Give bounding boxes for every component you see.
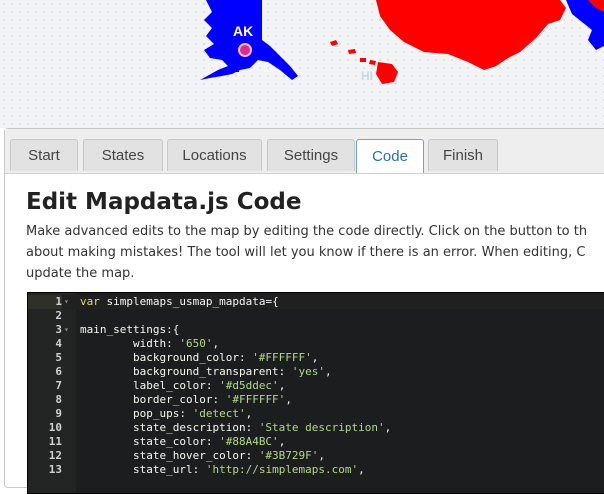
code-token: main_settings:{ (80, 323, 180, 336)
state-group-red[interactable] (376, 0, 566, 70)
code-token: pop_ups: (80, 407, 193, 420)
line-number: 1 (28, 295, 62, 309)
code-token: simplemaps_usmap_mapdata={ (106, 295, 279, 308)
code-line[interactable]: 1 ▾ var simplemaps_usmap_mapdata={ (28, 295, 604, 309)
line-number: 12 (48, 449, 62, 462)
code-token: width: (80, 337, 180, 350)
code-token: 'State description' (258, 421, 385, 434)
code-token: '#d5ddec' (219, 379, 279, 392)
code-token: 'detect' (192, 407, 246, 420)
map-preview[interactable]: AK HI (0, 0, 604, 128)
state-label-ak: AK (233, 23, 254, 39)
code-text: state_url: 'http://simplemaps.com', (80, 463, 365, 477)
tab-settings[interactable]: Settings (267, 139, 355, 171)
code-line[interactable]: 7 label_color: '#d5ddec', (28, 379, 604, 393)
us-map-svg (200, 0, 604, 84)
code-token: border_color: (80, 393, 226, 406)
code-token: '650' (179, 337, 213, 350)
line-number: 6 (55, 365, 62, 378)
line-number: 10 (48, 421, 62, 434)
code-text: state_hover_color: '#3B729F', (80, 449, 325, 463)
code-line[interactable]: 12 state_hover_color: '#3B729F', (28, 449, 604, 463)
tab-locations[interactable]: Locations (167, 139, 262, 171)
location-marker[interactable] (238, 43, 252, 57)
line-number: 3 (55, 323, 62, 336)
code-token: , (212, 337, 220, 350)
code-token: , (325, 365, 332, 378)
tab-states[interactable]: States (83, 139, 163, 171)
line-number: 5 (55, 351, 62, 364)
code-token: '#88A4BC' (219, 435, 279, 448)
line-number: 11 (48, 435, 62, 448)
code-token: var (80, 295, 107, 308)
code-token: , (285, 393, 292, 406)
code-token: , (278, 435, 286, 448)
code-line[interactable]: 11 state_color: '#88A4BC', (28, 435, 604, 449)
code-token: state_color: (80, 435, 220, 448)
code-token: state_hover_color: (80, 449, 259, 462)
code-line[interactable]: 4 width: '650', (28, 337, 604, 351)
code-token: label_color: (80, 379, 220, 392)
line-number: 8 (55, 393, 62, 406)
code-line[interactable]: 5 background_color: '#FFFFFF', (28, 351, 604, 365)
code-line[interactable]: 9 pop_ups: 'detect', (28, 407, 604, 421)
code-line[interactable]: 3 ▾ main_settings:{ (28, 323, 604, 337)
code-text: var simplemaps_usmap_mapdata={ (80, 295, 279, 309)
fold-toggle-icon[interactable]: ▾ (64, 323, 69, 337)
code-token: background_transparent: (80, 365, 292, 378)
code-editor[interactable]: 1 ▾ var simplemaps_usmap_mapdata={2 3 ▾ main_… (27, 292, 604, 494)
editor-panel: Start States Locations Settings Code Fin… (4, 128, 604, 494)
tab-start[interactable]: Start (10, 139, 78, 171)
code-token: 'yes' (291, 365, 326, 378)
code-token: , (311, 351, 319, 364)
code-text: background_transparent: 'yes', (80, 365, 332, 379)
code-token: , (384, 421, 392, 434)
code-text: state_description: 'State description', (80, 421, 391, 435)
code-line[interactable]: 13 state_url: 'http://simplemaps.com', (28, 463, 604, 477)
code-token: '#3B729F' (258, 449, 319, 462)
code-text: pop_ups: 'detect', (80, 407, 252, 421)
code-text: label_color: '#d5ddec', (80, 379, 285, 393)
tab-bar: Start States Locations Settings Code Fin… (5, 129, 604, 174)
tab-finish[interactable]: Finish (428, 139, 498, 171)
line-number: 13 (48, 463, 62, 476)
code-token: state_description: (80, 421, 259, 434)
line-number: 9 (55, 407, 62, 420)
fold-toggle-icon[interactable]: ▾ (64, 295, 69, 309)
code-text: state_color: '#88A4BC', (80, 435, 285, 449)
line-number: 7 (55, 379, 62, 392)
tab-code[interactable]: Code (356, 139, 424, 173)
code-text: border_color: '#FFFFFF', (80, 393, 292, 407)
code-text: main_settings:{ (80, 323, 179, 337)
code-token: , (245, 407, 253, 420)
line-number: 4 (55, 337, 62, 350)
code-line[interactable]: 2 (28, 309, 604, 323)
code-line[interactable]: 10 state_description: 'State description… (28, 421, 604, 435)
page-title: Edit Mapdata.js Code (26, 189, 302, 215)
code-line[interactable]: 8 border_color: '#FFFFFF', (28, 393, 604, 407)
code-text: background_color: '#FFFFFF', (80, 351, 318, 365)
intro-line: about making mistakes! The tool will let… (26, 245, 586, 260)
intro-line: update the map. (26, 266, 135, 281)
intro-text: Make advanced edits to the map by editin… (26, 221, 604, 284)
code-token: , (318, 449, 326, 462)
state-alaska[interactable] (200, 0, 298, 80)
state-label-hi: HI (361, 69, 373, 83)
line-number: 2 (55, 309, 62, 322)
code-token: '#FFFFFF' (225, 393, 286, 406)
code-line[interactable]: 6 background_transparent: 'yes', (28, 365, 604, 379)
code-token: '#FFFFFF' (252, 351, 312, 364)
code-text: width: '650', (80, 337, 219, 351)
code-token: , (278, 379, 286, 392)
intro-line: Make advanced edits to the map by editin… (26, 224, 588, 239)
code-token: background_color: (80, 351, 253, 364)
